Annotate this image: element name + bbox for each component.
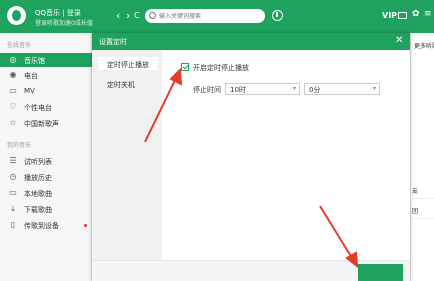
search-icon[interactable] — [149, 12, 156, 19]
sidebar-item-label: 音乐馆 — [24, 57, 45, 65]
sidebar-item-china-voice[interactable]: ☆ 中国新歌声 — [0, 116, 92, 130]
sidebar-item-personal-radio[interactable]: ♡ 个性电台 — [0, 100, 92, 114]
sidebar-item-label: 电台 — [24, 72, 38, 80]
refresh-icon[interactable]: C — [134, 10, 140, 22]
chevron-down-icon: ▾ — [372, 85, 376, 92]
confirm-button[interactable] — [358, 264, 403, 281]
sidebar-item-downloads[interactable]: ⤓ 下载歌曲 — [0, 202, 92, 216]
voice-search-icon[interactable] — [272, 10, 283, 21]
sidebar-item-music-hall[interactable]: ◎ 音乐馆 — [0, 53, 92, 67]
radio-icon: ◉ — [9, 70, 17, 79]
device-icon: ▯ — [10, 220, 16, 229]
user-subtitle: 登录听歌加速0成长值 — [35, 20, 93, 27]
dialog-title: 设置定时 — [99, 38, 127, 46]
music-hall-icon: ◎ — [9, 55, 17, 64]
minute-select[interactable]: 0分 ▾ — [304, 83, 380, 95]
sidebar-item-label: 本地歌曲 — [24, 190, 52, 198]
china-voice-icon: ☆ — [9, 118, 17, 127]
new-badge-dot — [84, 224, 87, 227]
sidebar: 在线音乐 ◎ 音乐馆 ◉ 电台 ▭ MV ♡ 个性电台 ☆ 中国新歌声 我的音乐… — [0, 33, 92, 281]
background-divider — [410, 218, 434, 219]
stop-time-label: 停止时间 — [193, 86, 221, 94]
sidebar-item-label: 个性电台 — [24, 104, 52, 112]
sidebar-item-radio[interactable]: ◉ 电台 — [0, 68, 92, 82]
sidebar-item-device[interactable]: ▯ 传歌到设备 — [0, 218, 92, 232]
sidebar-item-label: 试听列表 — [24, 158, 52, 166]
trial-list-icon: ☰ — [9, 156, 17, 165]
background-divider — [410, 198, 434, 199]
back-icon[interactable]: ‹ — [116, 10, 120, 22]
user-name[interactable]: QQ音乐 | 登录 — [35, 8, 81, 18]
enable-timed-stop-checkbox[interactable] — [181, 63, 189, 71]
dialog-tab-panel: 定时停止播放 定时关机 — [92, 50, 162, 260]
vip-button[interactable]: VIP — [382, 11, 397, 20]
menu-icon[interactable]: ≡ — [424, 9, 432, 19]
hour-select[interactable]: 10时 ▾ — [225, 83, 300, 95]
close-icon[interactable]: ✕ — [395, 35, 403, 47]
sidebar-item-label: 下载歌曲 — [24, 206, 52, 214]
personal-radio-icon: ♡ — [9, 102, 17, 111]
local-songs-icon: ▭ — [9, 188, 17, 197]
minute-value: 0分 — [309, 86, 321, 94]
search-box[interactable] — [145, 9, 265, 23]
tab-timed-stop[interactable]: 定时停止播放 — [98, 57, 158, 70]
mv-icon: ▭ — [9, 86, 17, 95]
skin-icon[interactable]: ✿ — [412, 9, 420, 19]
background-text-fragment: 更多听歌姿 — [414, 43, 434, 50]
download-icon: ⤓ — [11, 204, 15, 213]
sidebar-item-label: 播放历史 — [24, 174, 52, 182]
title-bar: QQ音乐 | 登录 登录听歌加速0成长值 ‹ › C VIP ✿ ≡ — [0, 0, 434, 33]
sidebar-item-local-songs[interactable]: ▭ 本地歌曲 — [0, 186, 92, 200]
chevron-down-icon: ▾ — [292, 85, 296, 92]
forward-icon[interactable]: › — [126, 10, 130, 22]
sidebar-item-mv[interactable]: ▭ MV — [0, 84, 92, 98]
sidebar-item-label: MV — [24, 87, 35, 95]
section-online-music: 在线音乐 — [7, 42, 32, 49]
background-content — [410, 33, 434, 281]
timer-dialog: 设置定时 ✕ 定时停止播放 定时关机 开启定时停止播放 停止时间 10时 ▾ 0… — [92, 33, 410, 281]
section-my-music: 我的音乐 — [7, 142, 32, 149]
dialog-header: 设置定时 ✕ — [92, 33, 410, 50]
sidebar-item-label: 中国新歌声 — [24, 120, 59, 128]
sidebar-item-trial-list[interactable]: ☰ 试听列表 — [0, 154, 92, 168]
search-input[interactable] — [159, 10, 259, 22]
tab-timed-shutdown[interactable]: 定时关机 — [98, 77, 158, 90]
sidebar-item-history[interactable]: ◷ 播放历史 — [0, 170, 92, 184]
checkbox-label: 开启定时停止播放 — [193, 64, 249, 72]
history-icon: ◷ — [9, 172, 17, 181]
background-text-fragment: 团 — [412, 208, 419, 215]
background-text-fragment: 友 — [412, 188, 419, 195]
mail-icon[interactable] — [398, 12, 407, 19]
qq-music-logo — [7, 6, 26, 25]
sidebar-item-label: 传歌到设备 — [24, 222, 59, 230]
hour-value: 10时 — [230, 86, 246, 94]
